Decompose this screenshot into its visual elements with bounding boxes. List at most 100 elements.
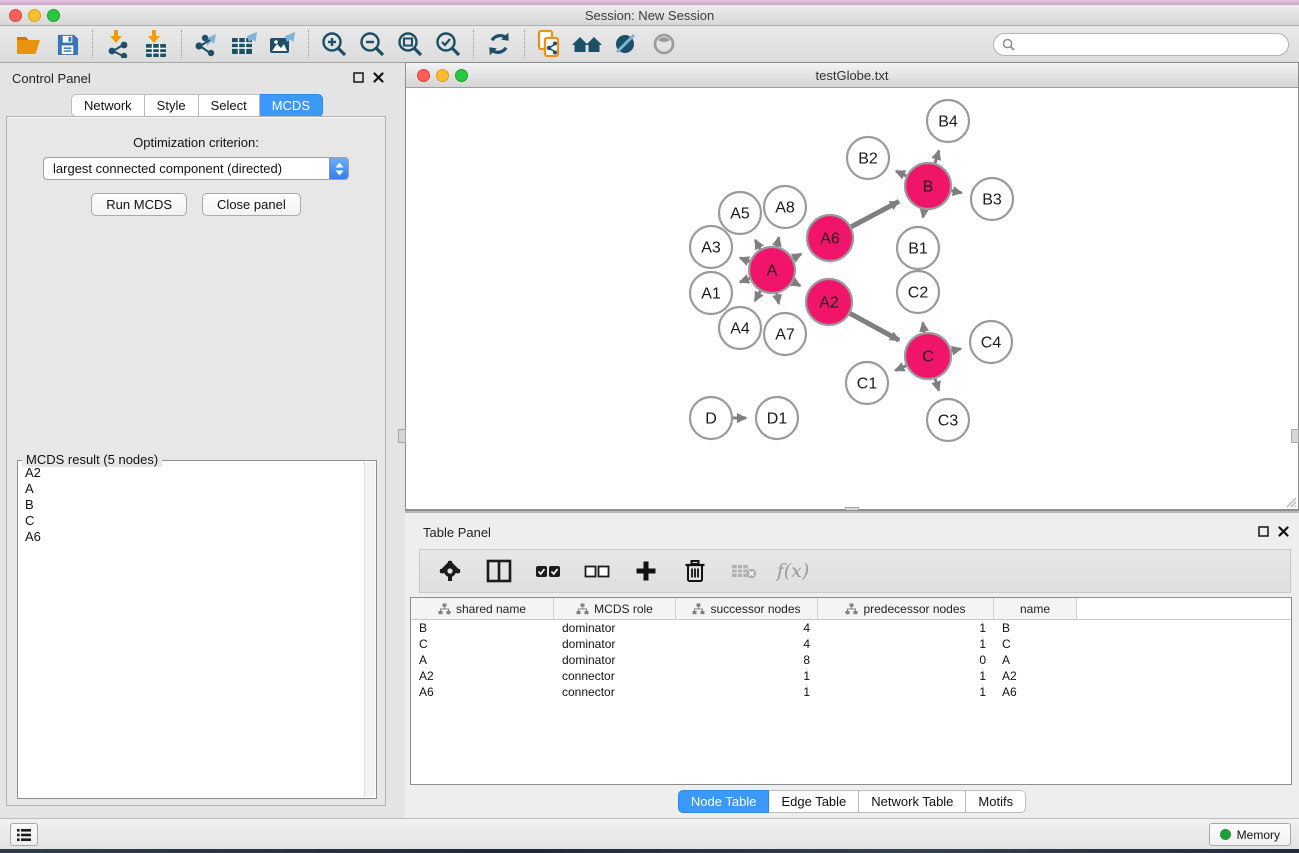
- graph-node-B1[interactable]: B1: [897, 227, 939, 269]
- task-history-button[interactable]: [10, 823, 38, 846]
- graph-edge-A-A4[interactable]: [755, 291, 760, 301]
- network-window-titlebar[interactable]: testGlobe.txt: [406, 63, 1298, 88]
- graph-node-A4[interactable]: A4: [719, 307, 761, 349]
- graph-edge-A2-C[interactable]: [850, 313, 899, 340]
- network-canvas[interactable]: B4 B2 B B3 A5A8A6 B1 A3 A C2 A1 A2 A4A7 C4 C C1 D D1 C3: [406, 89, 1298, 509]
- zoom-selected-icon[interactable]: [429, 29, 467, 59]
- table-row[interactable]: Adominator80A: [411, 652, 1291, 668]
- graph-edge-B-B4[interactable]: [935, 151, 939, 163]
- graph-node-D[interactable]: D: [690, 397, 732, 439]
- table-tab-network-table[interactable]: Network Table: [859, 790, 966, 813]
- list-item[interactable]: A6: [19, 529, 363, 545]
- left-divider-handle[interactable]: [398, 429, 406, 443]
- float-table-panel-icon[interactable]: [1258, 526, 1269, 537]
- table-tab-motifs[interactable]: Motifs: [966, 790, 1026, 813]
- graph-node-A8[interactable]: A8: [764, 186, 806, 228]
- column-header-shared-name[interactable]: shared name: [411, 598, 554, 619]
- window-resize-grip[interactable]: [1284, 495, 1297, 508]
- tab-network[interactable]: Network: [71, 94, 145, 117]
- graph-node-C1[interactable]: C1: [846, 362, 888, 404]
- zoom-out-icon[interactable]: [353, 29, 391, 59]
- graph-edge-C-C1[interactable]: [895, 366, 906, 371]
- function-builder-icon[interactable]: f(x): [775, 554, 811, 588]
- graph-node-A1[interactable]: A1: [690, 272, 732, 314]
- graph-node-A7[interactable]: A7: [764, 313, 806, 355]
- graph-edge-A6-B[interactable]: [851, 201, 899, 226]
- clone-network-icon[interactable]: [531, 29, 569, 59]
- attribute-settings-icon[interactable]: [432, 554, 468, 588]
- column-header-name[interactable]: name: [994, 598, 1077, 619]
- first-neighbors-icon[interactable]: [569, 29, 607, 59]
- graph-edge-B-B3[interactable]: [952, 191, 962, 193]
- zoom-in-icon[interactable]: [315, 29, 353, 59]
- select-all-icon[interactable]: [530, 554, 566, 588]
- table-tab-edge-table[interactable]: Edge Table: [769, 790, 859, 813]
- open-session-icon[interactable]: [10, 29, 48, 59]
- result-scrollbar[interactable]: [364, 462, 375, 797]
- memory-button[interactable]: Memory: [1209, 823, 1291, 846]
- add-column-icon[interactable]: [628, 554, 664, 588]
- graph-node-A6[interactable]: A6: [807, 215, 853, 261]
- table-row[interactable]: Bdominator41B: [411, 620, 1291, 636]
- zoom-fit-icon[interactable]: [391, 29, 429, 59]
- graph-node-D1[interactable]: D1: [756, 397, 798, 439]
- graph-node-C4[interactable]: C4: [970, 321, 1012, 363]
- save-session-icon[interactable]: [48, 29, 86, 59]
- graph-edge-B-B2[interactable]: [896, 171, 906, 176]
- right-divider-handle[interactable]: [1291, 429, 1299, 443]
- graph-edge-A-A2[interactable]: [793, 282, 800, 286]
- search-field[interactable]: [993, 33, 1289, 56]
- table-row[interactable]: A2connector11A2: [411, 668, 1291, 684]
- tab-style[interactable]: Style: [145, 94, 199, 117]
- graph-node-B2[interactable]: B2: [847, 137, 889, 179]
- graph-edge-A-A7[interactable]: [777, 294, 779, 304]
- delete-column-icon[interactable]: [677, 554, 713, 588]
- delete-table-icon[interactable]: [726, 554, 762, 588]
- tab-mcds[interactable]: MCDS: [260, 94, 323, 117]
- graph-node-C[interactable]: C: [905, 333, 951, 379]
- graph-edge-C-C2[interactable]: [923, 323, 925, 333]
- search-input[interactable]: [1020, 38, 1288, 52]
- graph-node-C2[interactable]: C2: [897, 271, 939, 313]
- graph-edge-C-C3[interactable]: [935, 379, 939, 391]
- graph-edge-C-C4[interactable]: [951, 349, 960, 351]
- graph-edge-A-A1[interactable]: [740, 278, 750, 282]
- graph-node-B3[interactable]: B3: [971, 178, 1013, 220]
- list-item[interactable]: C: [19, 513, 363, 529]
- export-network-icon[interactable]: [188, 29, 226, 59]
- graph-node-B4[interactable]: B4: [927, 100, 969, 142]
- deselect-all-icon[interactable]: [579, 554, 615, 588]
- graph-node-B[interactable]: B: [905, 163, 951, 209]
- column-header-successor-nodes[interactable]: successor nodes: [676, 598, 818, 619]
- table-row[interactable]: A6connector11A6: [411, 684, 1291, 700]
- column-header-mcds-role[interactable]: MCDS role: [554, 598, 676, 619]
- export-image-icon[interactable]: [264, 29, 302, 59]
- list-item[interactable]: A: [19, 481, 363, 497]
- list-item[interactable]: A2: [19, 465, 363, 481]
- column-layout-icon[interactable]: [481, 554, 517, 588]
- export-table-icon[interactable]: [226, 29, 264, 59]
- graph-node-A5[interactable]: A5: [719, 192, 761, 234]
- graph-node-A3[interactable]: A3: [690, 226, 732, 268]
- graph-node-A[interactable]: A: [749, 247, 795, 293]
- table-tab-node-table[interactable]: Node Table: [678, 790, 770, 813]
- tab-select[interactable]: Select: [199, 94, 260, 117]
- graph-edge-A-A5[interactable]: [755, 240, 760, 249]
- import-network-icon[interactable]: [99, 29, 137, 59]
- show-all-icon[interactable]: [645, 29, 683, 59]
- graph-edge-B-B1[interactable]: [923, 210, 924, 218]
- hide-selected-icon[interactable]: [607, 29, 645, 59]
- refresh-icon[interactable]: [480, 29, 518, 59]
- column-header-predecessor-nodes[interactable]: predecessor nodes: [818, 598, 994, 619]
- table-row[interactable]: Cdominator41C: [411, 636, 1291, 652]
- close-panel-button[interactable]: Close panel: [202, 193, 301, 216]
- graph-edge-A-A3[interactable]: [740, 258, 750, 262]
- graph-edge-A-A8[interactable]: [777, 237, 779, 246]
- float-panel-icon[interactable]: [353, 72, 364, 83]
- graph-node-C3[interactable]: C3: [927, 399, 969, 441]
- criterion-dropdown[interactable]: largest connected component (directed): [43, 157, 349, 180]
- list-item[interactable]: B: [19, 497, 363, 513]
- graph-node-A2[interactable]: A2: [806, 279, 852, 325]
- run-mcds-button[interactable]: Run MCDS: [91, 193, 187, 216]
- import-table-icon[interactable]: [137, 29, 175, 59]
